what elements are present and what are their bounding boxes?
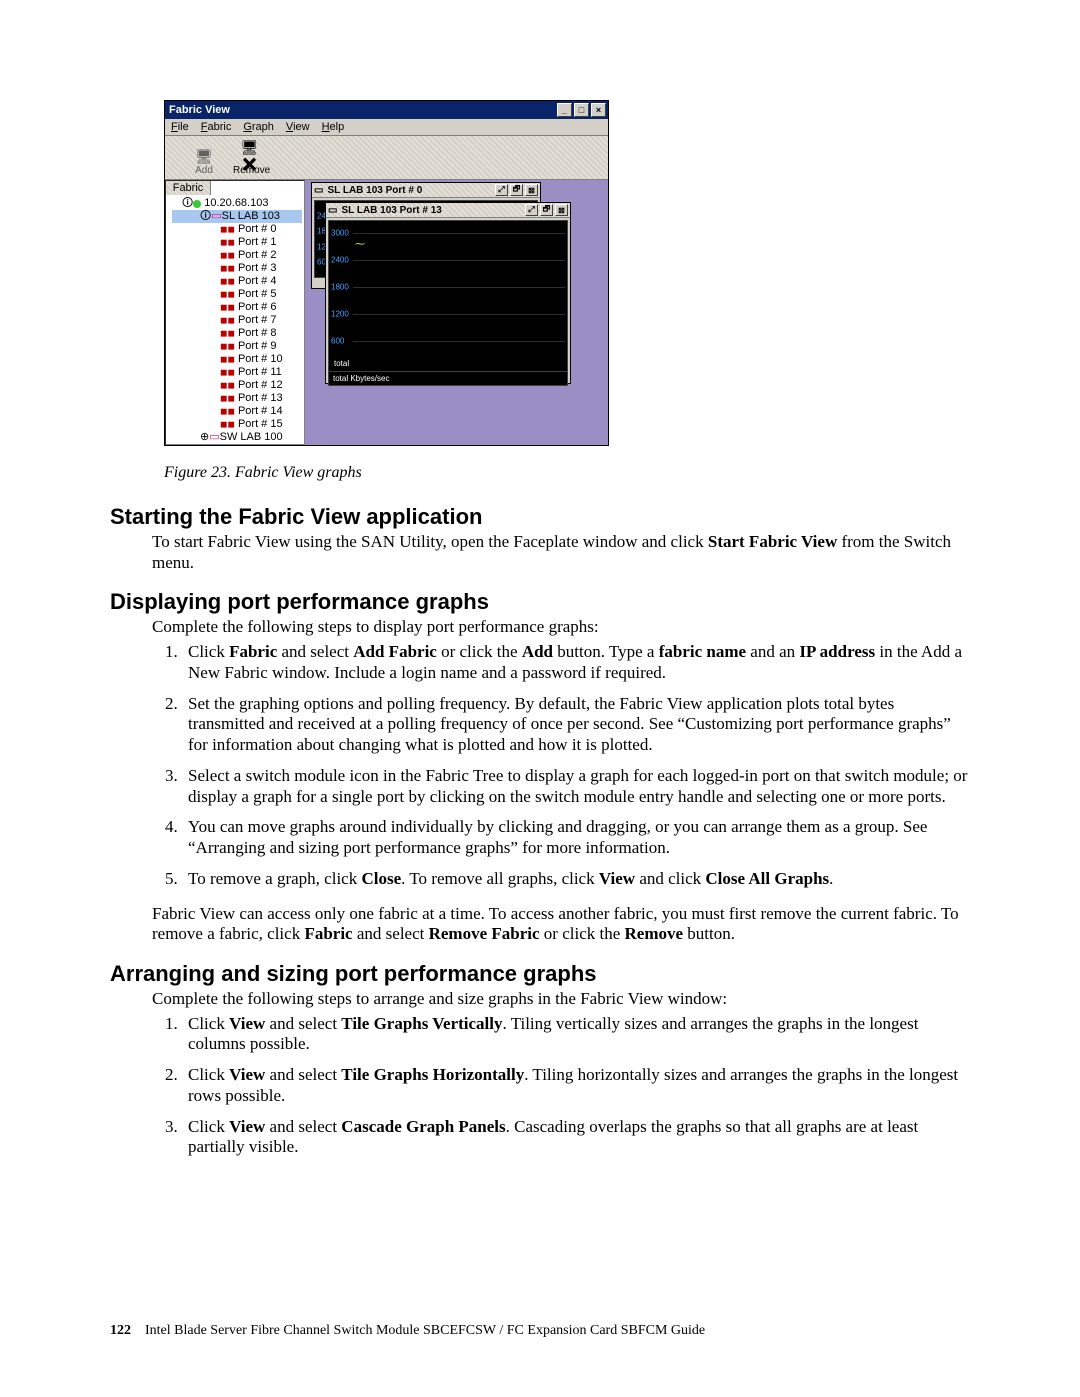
remove-label: Remove: [233, 165, 270, 176]
section-heading: Arranging and sizing port performance gr…: [110, 961, 970, 987]
tree-switch-selected[interactable]: 🛈 ▭ SL LAB 103: [172, 210, 302, 223]
page-number: 122: [110, 1323, 131, 1339]
tree-port[interactable]: ◼◼Port # 1: [172, 236, 302, 249]
page-footer: 122 Intel Blade Server Fibre Channel Swi…: [110, 1323, 705, 1339]
window-titlebar[interactable]: Fabric View _ □ ×: [165, 101, 608, 119]
tree-port[interactable]: ◼◼Port # 8: [172, 327, 302, 340]
maximize-icon[interactable]: 🗗: [540, 204, 553, 216]
doc-icon: ▭: [328, 205, 337, 216]
series-trace: ⁓: [355, 239, 365, 250]
step-item: You can move graphs around individually …: [182, 817, 970, 858]
chart-area: ⁓ total 3000 2400 1800 1200 600: [328, 220, 568, 372]
tree-switch[interactable]: ⊕ ▭ SW LAB 100: [172, 431, 302, 444]
tree-root[interactable]: 🛈 10.20.68.103: [172, 197, 302, 210]
minimize-icon[interactable]: _: [557, 103, 572, 117]
tree-switch[interactable]: ▭ sw12: [172, 444, 302, 445]
step-item: Click View and select Cascade Graph Pane…: [182, 1117, 970, 1158]
remove-fabric-icon: 🖥✖: [241, 147, 263, 165]
chart-footer: total Kbytes/sec: [328, 372, 568, 386]
step-item: Click Fabric and select Add Fabric or cl…: [182, 642, 970, 683]
ordered-steps: Click View and select Tile Graphs Vertic…: [152, 1014, 970, 1158]
add-label: Add: [195, 165, 213, 176]
ordered-steps: Click Fabric and select Add Fabric or cl…: [152, 642, 970, 889]
tree-port[interactable]: ◼◼Port # 7: [172, 314, 302, 327]
menu-view[interactable]: View: [286, 121, 310, 133]
graph-title: SL LAB 103 Port # 0: [323, 185, 495, 196]
series-legend: total: [331, 358, 352, 369]
port-graph-window[interactable]: ▭ SL LAB 103 Port # 13 ⤢ 🗗 ⊠ ⁓ total 300…: [325, 202, 571, 384]
doc-icon: ▭: [314, 185, 323, 196]
section-intro: Complete the following steps to arrange …: [152, 989, 970, 1010]
tree-port[interactable]: ◼◼Port # 11: [172, 366, 302, 379]
close-icon[interactable]: ×: [591, 103, 606, 117]
tree-port[interactable]: ◼◼Port # 15: [172, 418, 302, 431]
menu-file[interactable]: File: [171, 121, 189, 133]
tree-port[interactable]: ◼◼Port # 5: [172, 288, 302, 301]
y-tick: 600: [331, 337, 344, 346]
tree-port[interactable]: ◼◼Port # 3: [172, 262, 302, 275]
iconify-icon[interactable]: ⤢: [495, 184, 508, 196]
remove-button[interactable]: 🖥✖ Remove: [233, 147, 270, 176]
section-intro: Complete the following steps to display …: [152, 617, 970, 638]
step-item: To remove a graph, click Close. To remov…: [182, 869, 970, 890]
figure-caption: Figure 23. Fabric View graphs: [164, 464, 970, 482]
y-tick: 2400: [331, 256, 349, 265]
maximize-icon[interactable]: 🗗: [510, 184, 523, 196]
step-item: Select a switch module icon in the Fabri…: [182, 766, 970, 807]
tree-port[interactable]: ◼◼Port # 12: [172, 379, 302, 392]
tree-port[interactable]: ◼◼Port # 0: [172, 223, 302, 236]
graph-title: SL LAB 103 Port # 13: [337, 205, 525, 216]
tree-tab[interactable]: Fabric: [165, 180, 211, 195]
fabric-tree[interactable]: Fabric 🛈 10.20.68.103 🛈 ▭ SL LAB 103 ◼◼P…: [165, 180, 305, 445]
add-fabric-icon: 🖥: [193, 147, 215, 165]
menu-fabric[interactable]: Fabric: [201, 121, 232, 133]
tree-port[interactable]: ◼◼Port # 6: [172, 301, 302, 314]
y-tick: 1200: [331, 310, 349, 319]
graph-canvas: ▭ SL LAB 103 Port # 0 ⤢ 🗗 ⊠ 24018012060 …: [305, 180, 608, 445]
step-item: Set the graphing options and polling fre…: [182, 694, 970, 756]
section-paragraph: To start Fabric View using the SAN Utili…: [152, 532, 970, 573]
close-icon[interactable]: ⊠: [555, 204, 568, 216]
add-button[interactable]: 🖥 Add: [193, 147, 215, 176]
tree-port[interactable]: ◼◼Port # 4: [172, 275, 302, 288]
book-title: Intel Blade Server Fibre Channel Switch …: [145, 1323, 705, 1339]
step-item: Click View and select Tile Graphs Horizo…: [182, 1065, 970, 1106]
menu-help[interactable]: Help: [322, 121, 345, 133]
window-title: Fabric View: [169, 104, 557, 116]
toolbar: 🖥 Add 🖥✖ Remove: [165, 136, 608, 180]
tree-port[interactable]: ◼◼Port # 10: [172, 353, 302, 366]
section-heading: Starting the Fabric View application: [110, 504, 970, 530]
tree-port[interactable]: ◼◼Port # 13: [172, 392, 302, 405]
y-tick: 1800: [331, 283, 349, 292]
menubar: File Fabric Graph View Help: [165, 119, 608, 136]
step-item: Click View and select Tile Graphs Vertic…: [182, 1014, 970, 1055]
maximize-icon[interactable]: □: [574, 103, 589, 117]
tree-port[interactable]: ◼◼Port # 14: [172, 405, 302, 418]
close-icon[interactable]: ⊠: [525, 184, 538, 196]
y-tick: 3000: [331, 229, 349, 238]
menu-graph[interactable]: Graph: [243, 121, 274, 133]
tree-port[interactable]: ◼◼Port # 2: [172, 249, 302, 262]
section-heading: Displaying port performance graphs: [110, 589, 970, 615]
fabric-view-window: Fabric View _ □ × File Fabric Graph View…: [164, 100, 609, 446]
section-paragraph: Fabric View can access only one fabric a…: [152, 904, 970, 945]
iconify-icon[interactable]: ⤢: [525, 204, 538, 216]
tree-port[interactable]: ◼◼Port # 9: [172, 340, 302, 353]
